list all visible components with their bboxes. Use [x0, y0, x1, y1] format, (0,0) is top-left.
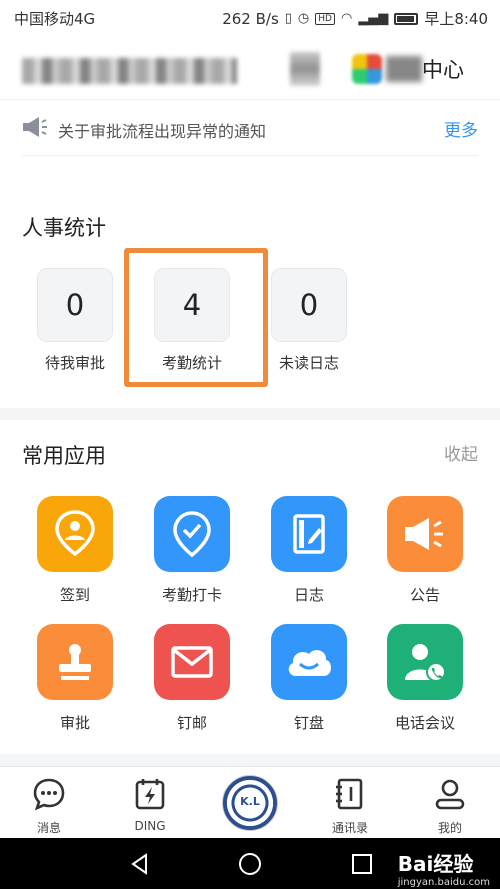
journal-icon [271, 496, 347, 572]
hd-icon: HD [315, 12, 335, 25]
stat-label: 未读日志 [278, 354, 339, 372]
app-approval[interactable]: 审批 [25, 624, 125, 733]
mail-icon [154, 624, 230, 700]
app-journal[interactable]: 日志 [259, 496, 359, 605]
megaphone-icon [387, 496, 463, 572]
watermark: Bai经验 jingyan.baidu.com [397, 852, 490, 888]
recents-icon[interactable] [350, 852, 374, 876]
phone-meeting-icon [387, 624, 463, 700]
tab-messages[interactable]: 消息 [9, 767, 89, 836]
notice-text[interactable]: 关于审批流程出现异常的通知 [58, 118, 266, 142]
app-announcement[interactable]: 公告 [375, 496, 475, 605]
contacts-icon [336, 778, 363, 810]
system-nav-bar: Bai经验 jingyan.baidu.com [0, 838, 500, 889]
carrier-label: 中国移动4G [14, 10, 96, 28]
page-title[interactable]: 中心 [422, 54, 464, 84]
tab-me[interactable]: 我的 [410, 767, 490, 836]
battery-icon [394, 12, 419, 25]
blurred-element [290, 52, 320, 86]
logo-text: K.L [240, 795, 260, 808]
stamp-icon [37, 624, 113, 700]
company-logo-button[interactable]: K.L [222, 775, 278, 831]
home-icon[interactable] [238, 852, 262, 876]
speaker-icon [23, 117, 47, 137]
clock: 早上8:40 [424, 10, 488, 28]
user-icon [435, 779, 465, 810]
chat-bubble-icon [33, 778, 65, 811]
blurred-org-name [22, 58, 237, 84]
network-speed: 262 B/s [222, 9, 279, 28]
ding-bolt-icon [135, 779, 165, 810]
blurred-title-prefix [386, 56, 422, 82]
cloud-icon [271, 624, 347, 700]
signal-icon: ▂▄▆ [358, 11, 389, 26]
apps-title: 常用应用 [22, 444, 106, 468]
status-bar: 中国移动4G 262 B/s ▯ ◷ HD ◠ ▂▄▆ 早上8:40 [0, 0, 500, 36]
stat-unread-logs[interactable]: 0 未读日志 [271, 268, 347, 373]
hr-stats-title: 人事统计 [22, 216, 106, 240]
app-conference-call[interactable]: 电话会议 [375, 624, 475, 733]
tab-contacts[interactable]: 通讯录 [310, 767, 390, 836]
app-sign-in[interactable]: 签到 [25, 496, 125, 605]
stat-value: 0 [37, 268, 113, 342]
back-icon[interactable] [128, 852, 152, 876]
location-check-icon [154, 496, 230, 572]
app-mail[interactable]: 钉邮 [142, 624, 242, 733]
collapse-button[interactable]: 收起 [444, 440, 478, 465]
org-avatar[interactable] [352, 54, 382, 84]
tab-ding[interactable]: DING [110, 767, 190, 833]
vibrate-icon: ▯ [284, 11, 292, 26]
stat-label: 待我审批 [44, 354, 105, 372]
app-drive[interactable]: 钉盘 [259, 624, 359, 733]
header: 中心 [0, 36, 500, 100]
section-divider [0, 754, 500, 766]
wifi-icon: ◠ [340, 11, 353, 26]
app-attendance-clock[interactable]: 考勤打卡 [142, 496, 242, 605]
highlight-box [124, 248, 268, 387]
stat-value: 0 [271, 268, 347, 342]
notice-bar[interactable]: 关于审批流程出现异常的通知 更多 [0, 100, 500, 156]
location-pin-icon [37, 496, 113, 572]
alarm-icon: ◷ [297, 11, 310, 26]
notice-more-link[interactable]: 更多 [444, 116, 478, 141]
section-divider [0, 408, 500, 420]
stat-pending-approval[interactable]: 0 待我审批 [37, 268, 113, 373]
